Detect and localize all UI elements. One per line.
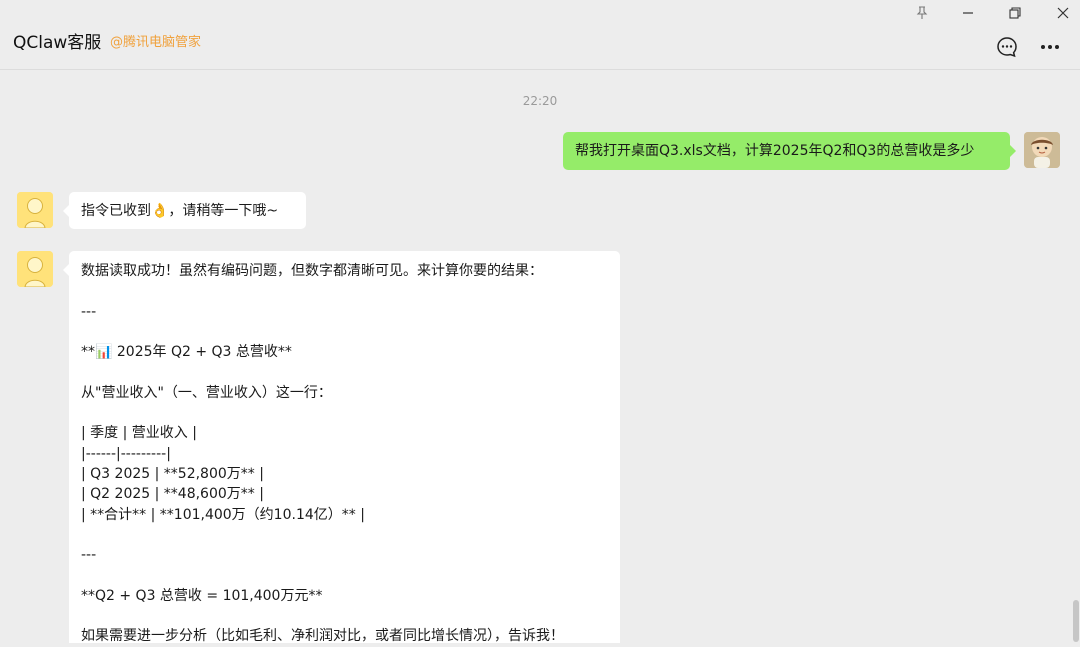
title-bar: QClaw客服 @腾讯电脑管家 [0,0,1080,70]
message-line: 从"营业收入"（一、营业收入）这一行： [81,384,332,401]
bot-avatar[interactable] [17,251,53,287]
message-line: | Q3 2025 | **52,800万** | [81,465,264,482]
chat-bubble-icon[interactable] [993,35,1021,59]
user-avatar[interactable] [1024,132,1060,168]
message-line [81,403,564,423]
message-line: | Q2 2025 | **48,600万** | [81,486,264,503]
bot-avatar[interactable] [17,192,53,228]
scrollbar-thumb[interactable] [1073,600,1079,642]
user-message-bubble[interactable]: 帮我打开桌面Q3.xls文档，计算2025年Q2和Q3的总营收是多少 [563,132,1016,170]
message-line [81,565,564,585]
message-line: |------|---------| [81,445,171,462]
pin-icon[interactable] [909,2,935,24]
bot-message-text: 指令已收到👌，请稍等一下哦~ [81,203,279,219]
minimize-icon[interactable] [955,2,981,24]
user-message-text: 帮我打开桌面Q3.xls文档，计算2025年Q2和Q3的总营收是多少 [575,143,975,159]
message-line [81,362,564,382]
message-line: | **合计** | **101,400万（约10.14亿）** | [81,506,365,523]
restore-icon[interactable] [1002,2,1028,24]
message-line [81,281,564,301]
message-line: **📊 2025年 Q2 + Q3 总营收** [81,344,292,361]
bubble-tail [1010,145,1016,157]
message-line: **Q2 + Q3 总营收 = 101,400万元** [81,587,323,604]
message-line [81,525,564,545]
bot-message-bubble[interactable]: 指令已收到👌，请稍等一下哦~ [63,192,306,229]
close-icon[interactable] [1050,2,1076,24]
bubble-tail [63,205,69,217]
message-line: --- [81,303,97,320]
chat-subtitle: @腾讯电脑管家 [110,35,202,50]
chat-title: QClaw客服 [13,33,102,53]
bot-long-message-text: 数据读取成功！虽然有编码问题，但数字都清晰可见。来计算你要的结果： --- **… [81,261,564,647]
message-line: --- [81,547,97,564]
message-line [81,606,564,626]
bot-long-message-bubble[interactable]: 数据读取成功！虽然有编码问题，但数字都清晰可见。来计算你要的结果： --- **… [63,251,620,644]
more-icon[interactable] [1036,35,1064,59]
message-line [81,322,564,342]
message-line: | 季度 | 营业收入 | [81,425,197,442]
bubble-tail [63,264,69,276]
message-timestamp: 22:20 [522,94,558,108]
message-line: 如果需要进一步分析（比如毛利、净利润对比，或者同比增长情况），告诉我！ [81,628,564,645]
message-line: 数据读取成功！虽然有编码问题，但数字都清晰可见。来计算你要的结果： [81,263,543,279]
